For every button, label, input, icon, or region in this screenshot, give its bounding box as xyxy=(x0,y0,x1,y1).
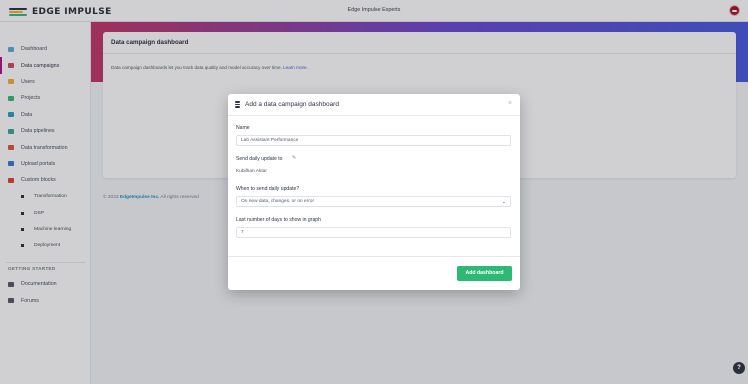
add-dashboard-modal: Add a data campaign dashboard × Name Lab… xyxy=(228,94,520,290)
modal-divider xyxy=(228,256,520,257)
pencil-icon[interactable]: ✎ xyxy=(292,155,296,161)
database-icon xyxy=(235,101,240,108)
chevron-down-icon: ⌄ xyxy=(501,199,506,205)
add-dashboard-button[interactable]: Add dashboard xyxy=(457,266,512,281)
name-label: Name xyxy=(236,125,250,131)
send-update-value: Kubilhan Aktar xyxy=(236,169,267,174)
days-label: Last number of days to show in graph xyxy=(236,217,321,223)
name-input[interactable]: Lab Assistant Performance xyxy=(236,135,511,146)
send-update-label: Send daily update to xyxy=(236,156,283,162)
when-select-value: On new data, changes, or on error xyxy=(241,199,315,204)
help-icon[interactable]: ? xyxy=(733,362,745,374)
days-input[interactable]: 7 xyxy=(236,227,511,238)
modal-title: Add a data campaign dashboard xyxy=(245,101,339,108)
modal-header: Add a data campaign dashboard × xyxy=(228,94,520,116)
when-select[interactable]: On new data, changes, or on error ⌄ xyxy=(236,196,511,207)
when-label: When to send daily update? xyxy=(236,186,300,192)
close-icon[interactable]: × xyxy=(508,100,512,107)
